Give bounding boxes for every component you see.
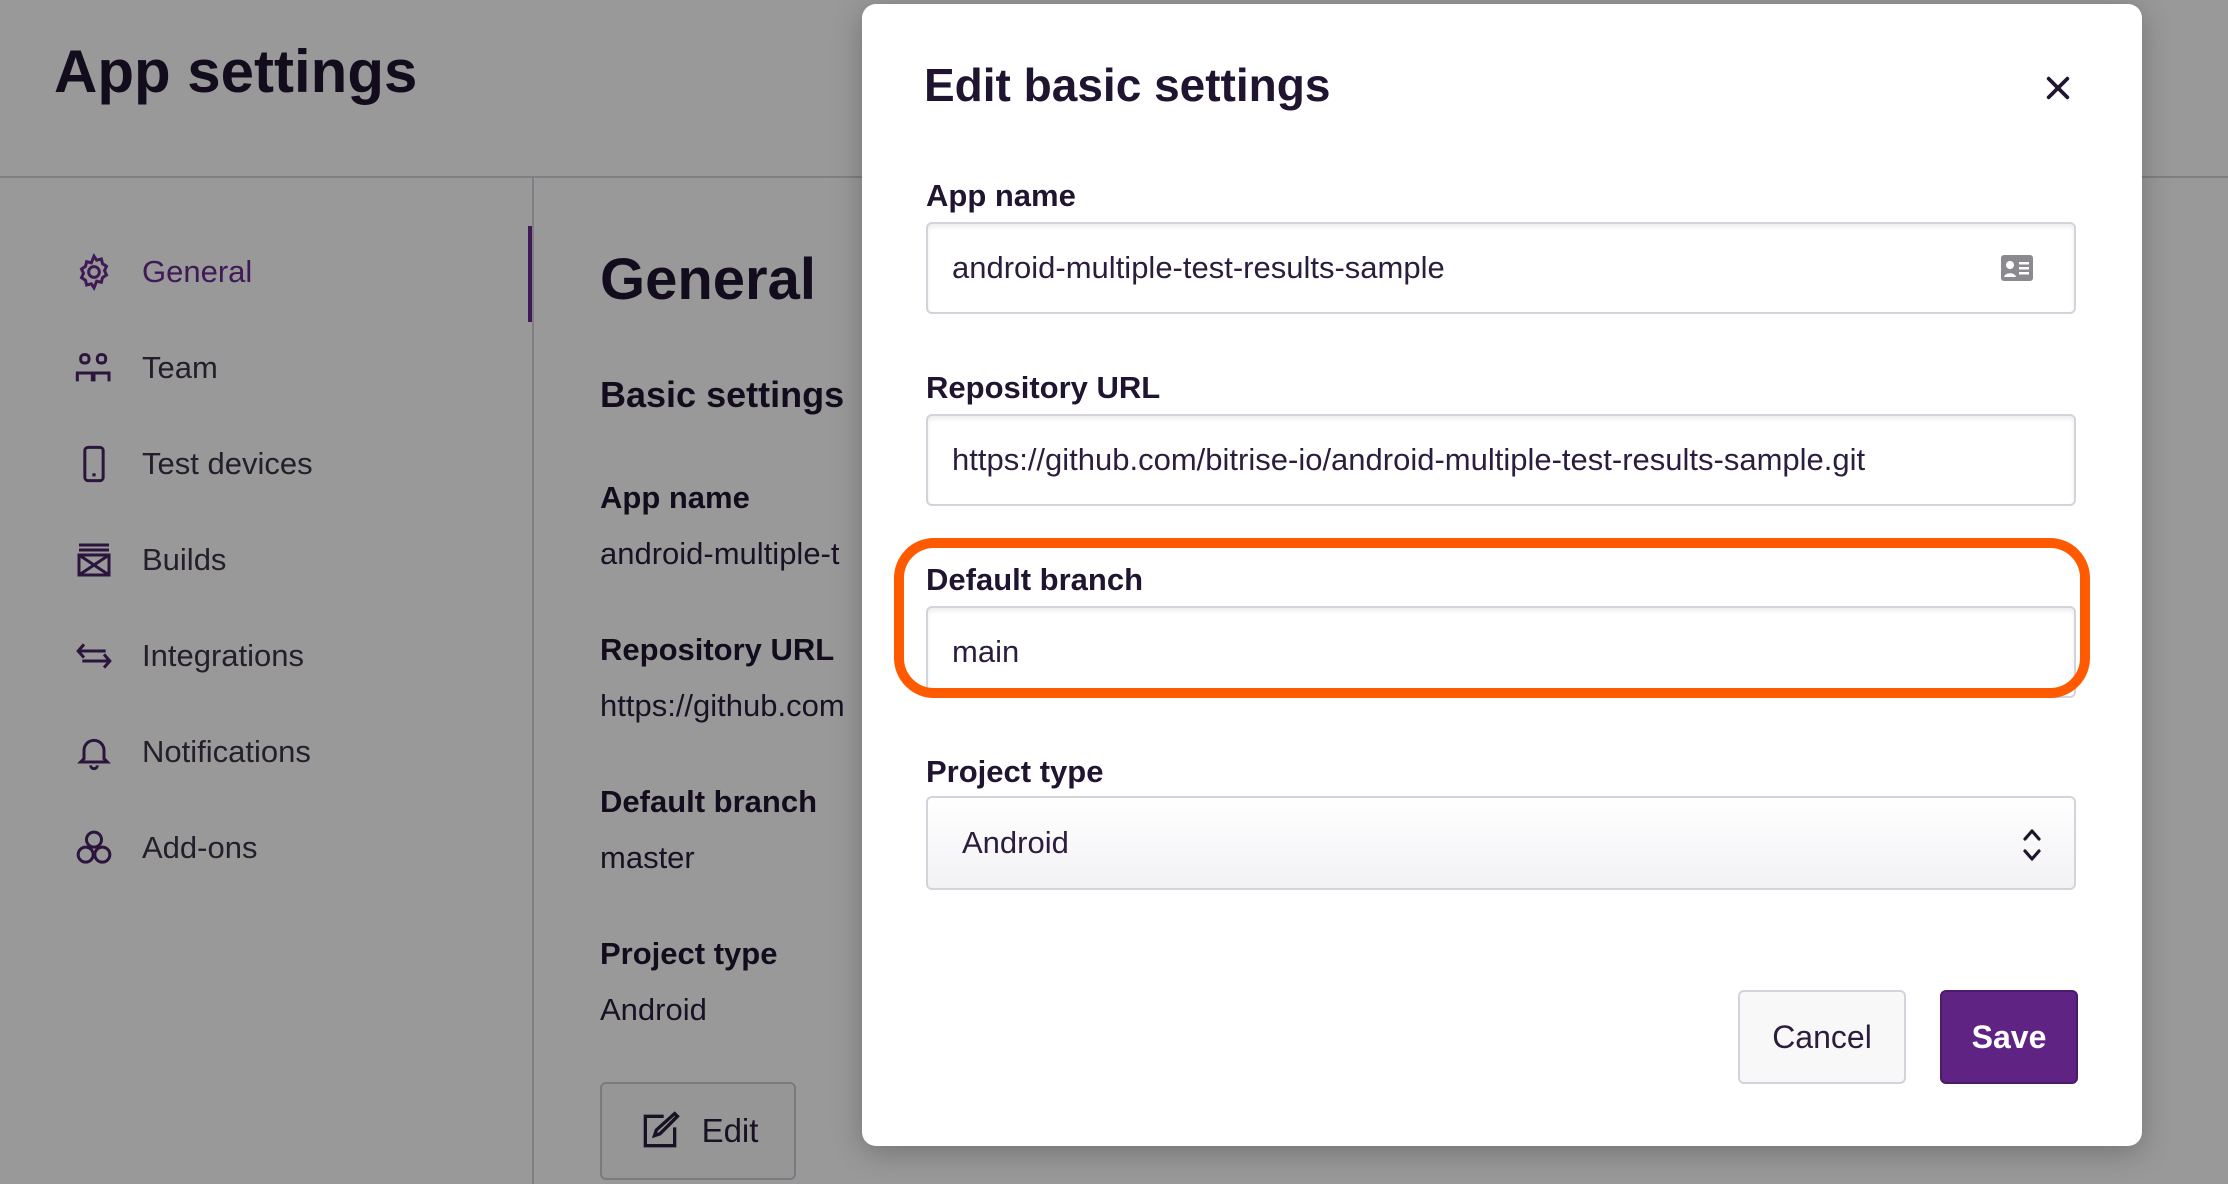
project-type-field-label: Project type bbox=[926, 754, 1104, 789]
default-branch-input[interactable]: main bbox=[926, 606, 2076, 698]
contact-card-icon bbox=[2001, 255, 2033, 281]
save-button[interactable]: Save bbox=[1940, 990, 2078, 1084]
repo-url-input[interactable]: https://github.com/bitrise-io/android-mu… bbox=[926, 414, 2076, 506]
edit-basic-settings-modal: Edit basic settings App name android-mul… bbox=[862, 4, 2142, 1146]
default-branch-input-value: main bbox=[952, 634, 1020, 669]
repo-url-input-value: https://github.com/bitrise-io/android-mu… bbox=[952, 442, 1866, 477]
cancel-button[interactable]: Cancel bbox=[1738, 990, 1906, 1084]
project-type-select-value: Android bbox=[962, 825, 1069, 860]
app-name-input[interactable]: android-multiple-test-results-sample bbox=[926, 222, 2076, 314]
app-name-input-value: android-multiple-test-results-sample bbox=[952, 250, 1445, 285]
modal-title: Edit basic settings bbox=[924, 59, 1331, 111]
app-name-field-label: App name bbox=[926, 178, 1076, 213]
chevron-updown-icon bbox=[2023, 829, 2041, 861]
repo-url-field-label: Repository URL bbox=[926, 370, 1161, 405]
close-button[interactable] bbox=[2038, 68, 2078, 108]
default-branch-field-label: Default branch bbox=[926, 562, 1144, 597]
project-type-select[interactable]: Android bbox=[926, 796, 2076, 890]
close-icon bbox=[2046, 76, 2070, 100]
